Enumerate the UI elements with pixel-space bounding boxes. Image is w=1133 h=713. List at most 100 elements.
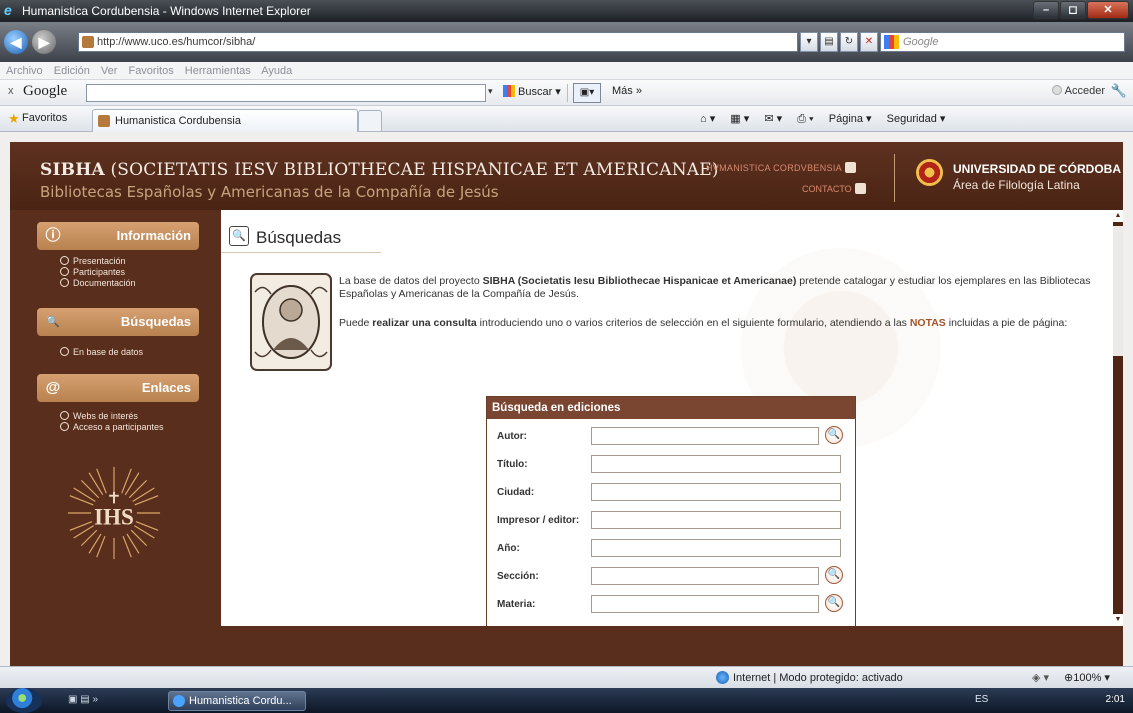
close-button[interactable]: ✕ <box>1087 1 1129 19</box>
nav-header-busquedas[interactable]: 🔍 Búsquedas <box>37 308 199 336</box>
nav-header-label: Información <box>116 228 191 243</box>
site-header: SIBHA (SOCIETATIS IESV BIBLIOTHECAE HISP… <box>10 142 1123 210</box>
nav-item-participantes[interactable]: Participantes <box>60 267 136 278</box>
new-tab-button[interactable] <box>358 110 382 131</box>
acceder-button[interactable]: Acceder <box>1051 85 1105 97</box>
tab-favicon-icon <box>98 115 110 127</box>
contact-link[interactable]: CONTACTO <box>802 183 866 194</box>
menu-archivo[interactable]: Archivo <box>6 65 43 77</box>
scroll-up-icon[interactable]: ▲ <box>1113 210 1123 222</box>
feeds-icon[interactable]: ▦ ▾ <box>730 113 749 125</box>
address-bar: ◀ ▶ http://www.uco.es/humcor/sibha/ ▾ ▤ … <box>0 22 1133 62</box>
ciudad-input[interactable] <box>591 483 841 501</box>
dropdown-arrow-icon[interactable]: ▾ <box>800 32 818 52</box>
ano-input[interactable] <box>591 539 841 557</box>
taskbar-button-ie[interactable]: Humanistica Cordu... <box>168 691 306 711</box>
compatibility-view-icon[interactable]: ▤ <box>820 32 838 52</box>
sidebar: ⓘ Información Presentación Participantes… <box>10 210 220 666</box>
menu-herramientas[interactable]: Herramientas <box>185 65 251 77</box>
field-row-titulo: Título: <box>487 453 855 477</box>
nav-header-informacion[interactable]: ⓘ Información <box>37 222 199 250</box>
seguridad-menu[interactable]: Seguridad ▾ <box>887 113 946 125</box>
popup-blocker-button[interactable]: ▣▾ <box>573 83 601 103</box>
menu-ayuda[interactable]: Ayuda <box>261 65 292 77</box>
nav-item-presentacion[interactable]: Presentación <box>60 256 136 267</box>
command-bar: ⌂ ▾ ▦ ▾ ✉ ▾ ⎙ ▾ Página ▾ Seguridad ▾ <box>700 112 957 126</box>
toolbar-close-button[interactable]: x <box>8 85 14 97</box>
nav-item-webs-de-interes[interactable]: Webs de interés <box>60 411 164 422</box>
field-row-seccion: Sección: 🔍 <box>487 565 855 589</box>
browser-search-input[interactable]: Google <box>880 32 1125 52</box>
site-subtitle: Bibliotecas Españolas y Americanas de la… <box>40 183 499 201</box>
university-name[interactable]: UNIVERSIDAD DE CÓRDOBA <box>953 162 1121 176</box>
notas-link[interactable]: NOTAS <box>910 317 946 329</box>
start-button[interactable] <box>6 688 42 713</box>
main-content: 🔍 Búsquedas La base de datos del proyect… <box>221 210 1123 626</box>
nav-item-en-base-de-datos[interactable]: En base de datos <box>60 347 143 358</box>
quick-launch-icons[interactable]: ▣ ▤ » <box>68 694 98 705</box>
status-bar: Internet | Modo protegido: activado ◈ ▾ … <box>0 666 1133 688</box>
search-dropdown-icon[interactable]: ▾ <box>488 86 493 97</box>
field-label: Sección: <box>497 571 539 582</box>
refresh-icon[interactable]: ↻ <box>840 32 858 52</box>
favorites-bar: ★ Favoritos Humanistica Cordubensia ⌂ ▾ … <box>0 106 1133 132</box>
back-button[interactable]: ◀ <box>4 30 28 54</box>
window-title: Humanistica Cordubensia - Windows Intern… <box>22 4 311 18</box>
menu-ver[interactable]: Ver <box>101 65 118 77</box>
nav-header-enlaces[interactable]: @ Enlaces <box>37 374 199 402</box>
intro-paragraph: La base de datos del proyecto SIBHA (Soc… <box>339 275 1091 300</box>
field-row-impresor: Impresor / editor: <box>487 509 855 533</box>
star-icon[interactable]: ★ <box>8 111 20 127</box>
forward-button[interactable]: ▶ <box>32 30 56 54</box>
field-label: Autor: <box>497 431 527 442</box>
ihs-emblem-icon: IHS <box>67 466 161 560</box>
site-title: SIBHA (SOCIETATIS IESV BIBLIOTHECAE HISP… <box>40 160 719 180</box>
seccion-input[interactable] <box>591 567 819 585</box>
maximize-button[interactable]: ◻ <box>1060 1 1086 19</box>
svg-text:IHS: IHS <box>94 504 134 530</box>
materia-lookup-search-icon[interactable]: 🔍 <box>825 594 843 612</box>
favoritos-button[interactable]: Favoritos <box>22 112 67 124</box>
autor-input[interactable] <box>591 427 819 445</box>
menu-favoritos[interactable]: Favoritos <box>128 65 173 77</box>
home-icon[interactable]: ⌂ ▾ <box>700 113 715 125</box>
tab-title: Humanistica Cordubensia <box>115 115 241 127</box>
clock[interactable]: 2:01 <box>1106 694 1125 705</box>
scroll-thumb[interactable] <box>1113 226 1123 356</box>
url-field[interactable]: http://www.uco.es/humcor/sibha/ <box>78 32 798 52</box>
protected-mode-icon[interactable]: ◈ ▾ <box>1032 671 1049 684</box>
mail-icon[interactable]: ✉ ▾ <box>764 113 782 125</box>
university-logo[interactable] <box>916 159 943 186</box>
language-indicator[interactable]: ES <box>975 694 988 705</box>
titulo-input[interactable] <box>591 455 841 473</box>
zoom-level[interactable]: ⊕100% ▾ <box>1064 671 1110 684</box>
scroll-down-icon[interactable]: ▼ <box>1113 614 1123 626</box>
content-scrollbar[interactable]: ▲ ▼ <box>1113 210 1123 626</box>
impresor-editor-input[interactable] <box>591 511 841 529</box>
materia-input[interactable] <box>591 595 819 613</box>
autor-lookup-search-icon[interactable]: 🔍 <box>825 426 843 444</box>
title-underline <box>221 252 381 253</box>
security-zone[interactable]: Internet | Modo protegido: activado <box>716 671 903 684</box>
mas-button[interactable]: Más » <box>612 85 642 97</box>
nav-item-acceso-a-participantes[interactable]: Acceso a participantes <box>60 422 164 433</box>
buscar-button[interactable]: Buscar ▾ <box>503 85 561 98</box>
toolbar-separator <box>567 84 568 102</box>
google-toolbar-search-input[interactable] <box>86 84 486 102</box>
ie-logo-icon: e <box>4 2 12 18</box>
menu-edicion[interactable]: Edición <box>54 65 90 77</box>
pagina-menu[interactable]: Página ▾ <box>829 113 872 125</box>
minimize-button[interactable]: – <box>1033 1 1059 19</box>
print-icon[interactable]: ⎙ ▾ <box>797 113 813 125</box>
google-search-icon <box>884 35 899 49</box>
windows-taskbar: ▣ ▤ » Humanistica Cordu... ES 2:01 <box>0 688 1133 713</box>
seccion-lookup-search-icon[interactable]: 🔍 <box>825 566 843 584</box>
field-label: Ciudad: <box>497 487 535 498</box>
wrench-icon[interactable]: 🔧 <box>1111 83 1127 99</box>
humanistica-link[interactable]: HVMANISTICA CORDVBENSIA <box>706 162 856 173</box>
stop-icon[interactable]: ✕ <box>860 32 878 52</box>
header-divider <box>894 154 895 202</box>
nav-item-documentacion[interactable]: Documentación <box>60 278 136 289</box>
browser-tab[interactable]: Humanistica Cordubensia <box>92 109 358 132</box>
site-favicon-icon <box>82 36 94 48</box>
